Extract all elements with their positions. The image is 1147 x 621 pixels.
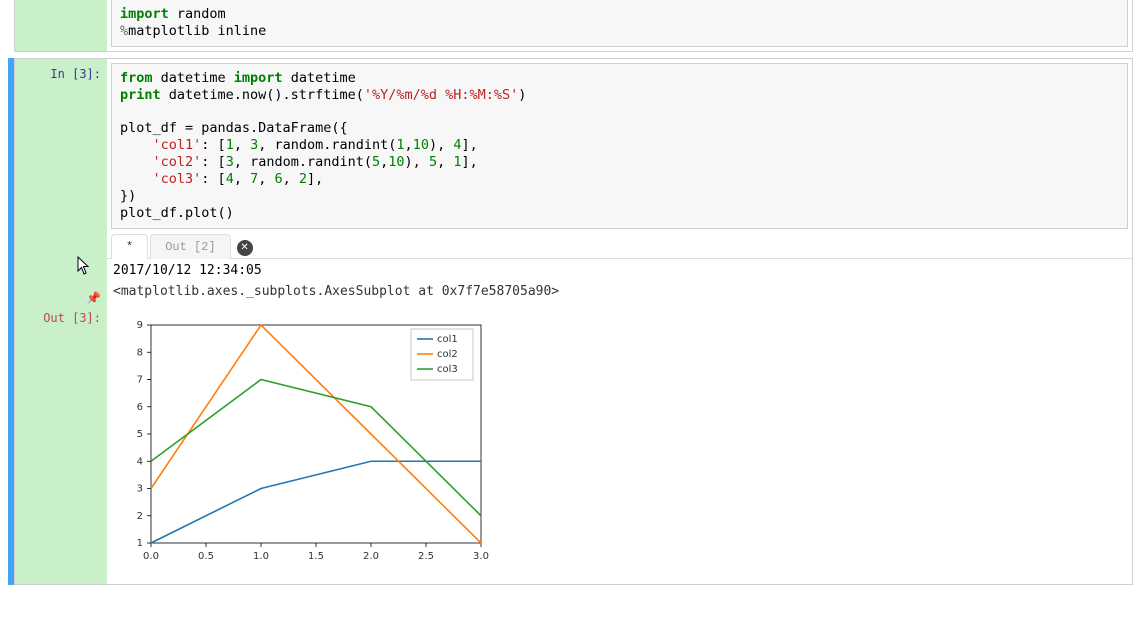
svg-text:3: 3 [137,483,143,494]
pin-icon[interactable]: 📌 [86,291,101,305]
svg-text:1.5: 1.5 [308,551,324,562]
input-prompt: In [3]: [50,67,101,81]
close-tab-icon[interactable]: ✕ [237,240,253,256]
svg-text:col3: col3 [437,364,458,375]
tab-label: Out [2] [165,240,215,254]
tab-current-output[interactable]: * [111,234,148,259]
prompt-area: In [3]: 📌 Out [3]: [15,59,107,584]
matplotlib-figure: 1 2 3 4 5 6 7 8 9 0.0 0.5 1.0 1.5 2.0 2.5 3.0 col1 col2 co… [107,307,1132,584]
svg-text:5: 5 [137,429,143,440]
svg-text:1.0: 1.0 [253,551,269,562]
output-prompt: Out [3]: [43,311,101,325]
code-cell-prev[interactable]: import random %matplotlib inline [14,0,1133,52]
tab-label: * [126,240,133,254]
code-editor[interactable]: from datetime import datetime print date… [111,63,1128,229]
tab-prev-output[interactable]: Out [2] [150,234,230,259]
svg-text:2.0: 2.0 [363,551,379,562]
svg-text:8: 8 [137,347,143,358]
svg-text:col1: col1 [437,334,458,345]
line-chart: 1 2 3 4 5 6 7 8 9 0.0 0.5 1.0 1.5 2.0 2.5 3.0 col1 col2 co… [113,311,493,571]
prompt-area-prev [15,0,107,51]
svg-text:6: 6 [137,401,143,412]
svg-text:0.0: 0.0 [143,551,159,562]
code-cell-3[interactable]: In [3]: 📌 Out [3]: from datetime import … [14,58,1133,585]
output-tabs: * Out [2] ✕ [107,233,1132,259]
jupyter-notebook: import random %matplotlib inline In [3]:… [0,0,1147,621]
svg-text:2.5: 2.5 [418,551,434,562]
svg-text:1: 1 [137,538,143,549]
svg-text:7: 7 [137,374,143,385]
svg-text:9: 9 [137,320,143,331]
svg-text:0.5: 0.5 [198,551,214,562]
svg-text:2: 2 [137,510,143,521]
svg-text:col2: col2 [437,349,458,360]
stdout-text: 2017/10/12 12:34:05 [107,259,1132,282]
code-editor-prev[interactable]: import random %matplotlib inline [111,0,1128,47]
svg-text:4: 4 [137,456,143,467]
output-repr: <matplotlib.axes._subplots.AxesSubplot a… [107,282,1132,307]
svg-text:3.0: 3.0 [473,551,489,562]
